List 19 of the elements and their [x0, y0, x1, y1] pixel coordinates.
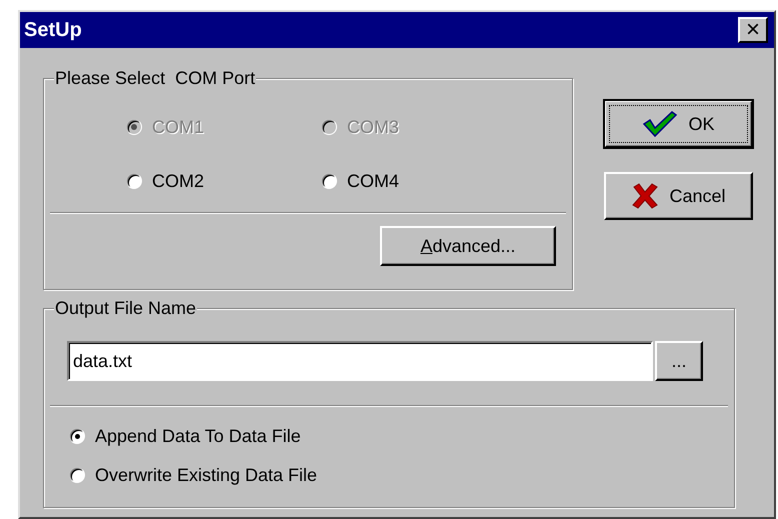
radio-label: COM1: [152, 116, 204, 138]
radio-button[interactable]: [69, 467, 85, 483]
cancel-button[interactable]: Cancel: [604, 172, 753, 220]
close-button[interactable]: ×: [738, 17, 768, 43]
radio-button[interactable]: [321, 173, 337, 189]
radio-label: COM2: [152, 170, 204, 192]
radio-label: Append Data To Data File: [95, 426, 301, 446]
radio-label: COM4: [347, 170, 400, 192]
file-name-field[interactable]: data.txt: [67, 341, 653, 381]
advanced-button[interactable]: Advanced...: [380, 226, 556, 266]
radio-label: Overwrite Existing Data File: [95, 464, 318, 486]
radio-label: COM3: [347, 116, 400, 138]
browse-button[interactable]: ...: [655, 341, 703, 381]
ok-button[interactable]: OK: [604, 100, 753, 148]
window-title: SetUp: [24, 18, 82, 42]
checkmark-icon: [642, 110, 678, 138]
radio-button[interactable]: [126, 173, 142, 189]
radio-button[interactable]: [69, 428, 85, 444]
cross-icon: [631, 182, 660, 210]
